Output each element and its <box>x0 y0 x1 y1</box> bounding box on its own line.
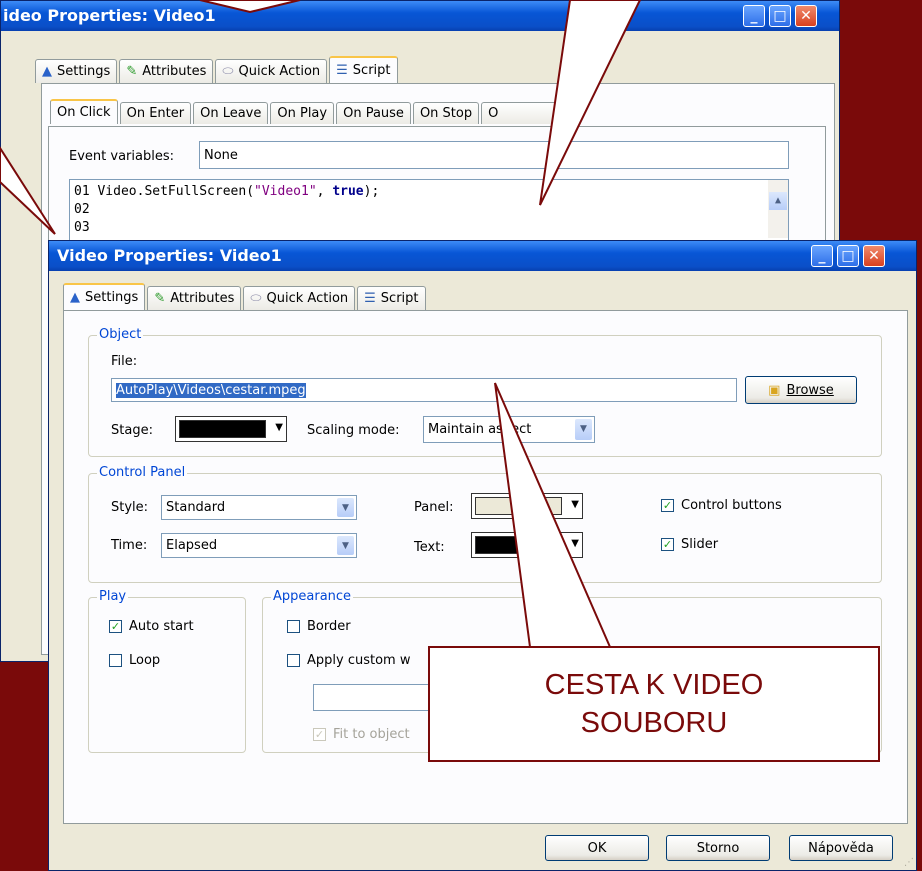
top-pointer-left <box>199 0 301 14</box>
left-pointer <box>0 146 56 235</box>
callout-box: CESTA K VIDEO SOUBORU <box>428 646 880 762</box>
callout-line-1: CESTA K VIDEO <box>544 669 764 701</box>
callout-pointer <box>494 382 612 648</box>
callout-line-2: SOUBORU <box>580 707 728 739</box>
top-pointer-right <box>539 0 642 206</box>
